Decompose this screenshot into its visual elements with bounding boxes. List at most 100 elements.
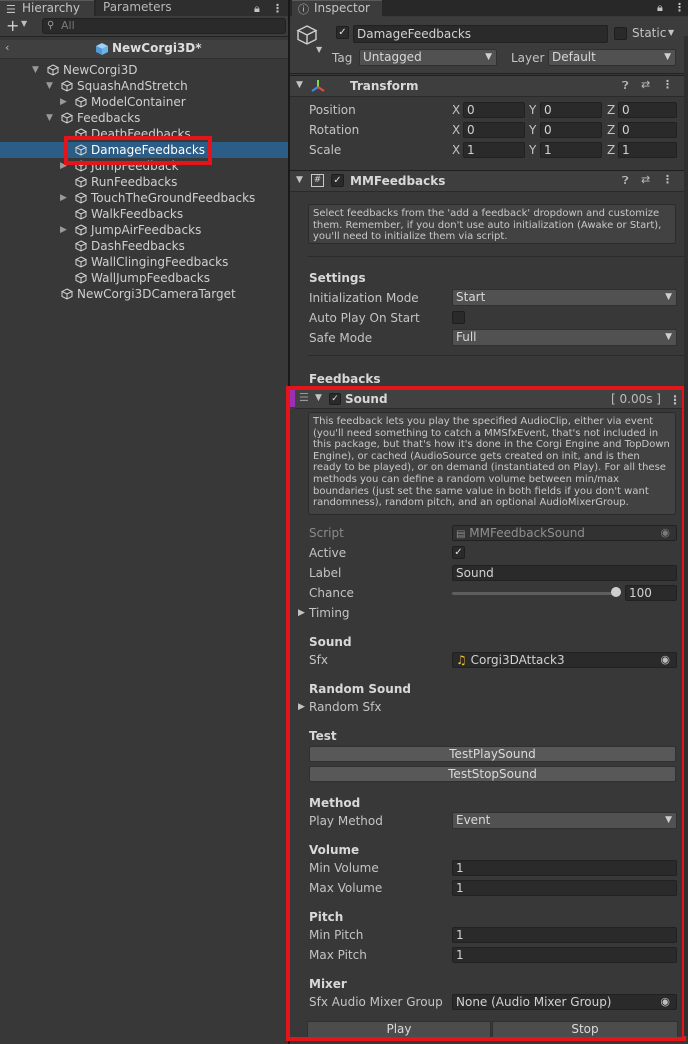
tree-item[interactable]: WalkFeedbacks — [0, 206, 288, 222]
axis-x-label[interactable]: X — [452, 123, 460, 137]
axis-y-label[interactable]: Y — [529, 103, 536, 117]
inspector-panel: ⓘ Inspector 🔒︎ ⋮ ▼ ✓ DamageFeedbacks Sta… — [286, 0, 688, 1044]
transform-z-field[interactable]: 0 — [618, 122, 677, 138]
scene-title: NewCorgi3D* — [112, 41, 202, 55]
mmfeedbacks-title: MMFeedbacks — [350, 174, 446, 188]
chevron-down-icon[interactable]: ▼ — [21, 19, 27, 28]
axis-x-label[interactable]: X — [452, 103, 460, 117]
chevron-down-icon: ▼ — [665, 332, 672, 342]
safe-mode-value: Full — [456, 330, 477, 344]
expand-arrow-icon[interactable]: ▶ — [60, 94, 67, 110]
transform-header[interactable]: ▼ Transform ❓︎ ⇄ ⋮ — [290, 75, 688, 97]
object-name-field[interactable]: DamageFeedbacks — [353, 25, 608, 43]
auto-play-checkbox[interactable] — [452, 311, 465, 324]
hierarchy-panel: ☰ Hierarchy Parameters 🔒︎ ⋮ + ▼ ⚲ All ‹ … — [0, 0, 288, 1044]
transform-y-field[interactable]: 1 — [540, 142, 602, 158]
foldout-arrow-icon[interactable]: ▼ — [296, 80, 303, 90]
axis-z-label[interactable]: Z — [607, 123, 615, 137]
lock-icon[interactable]: 🔒︎ — [657, 1, 663, 15]
tree-item[interactable]: ▼ SquashAndStretch — [0, 78, 288, 94]
mmfeedbacks-enabled-checkbox[interactable]: ✓ — [331, 174, 344, 187]
tree-item[interactable]: ▼ NewCorgi3D — [0, 62, 288, 78]
icon-dropdown-chevron[interactable]: ▼ — [316, 45, 322, 54]
expand-arrow-icon[interactable]: ▶ — [60, 222, 67, 238]
hierarchy-tab-bar: ☰ Hierarchy Parameters 🔒︎ ⋮ — [0, 0, 288, 17]
kebab-menu-icon[interactable]: ⋮ — [272, 1, 283, 16]
gameobject-cube-icon — [75, 176, 87, 188]
list-icon: ☰ — [6, 3, 16, 16]
collapse-arrow-icon[interactable]: ▼ — [32, 62, 39, 78]
lock-icon[interactable]: 🔒︎ — [254, 1, 260, 16]
chevron-down-icon: ▼ — [485, 52, 492, 62]
tree-item[interactable]: ▶ ModelContainer — [0, 94, 288, 110]
highlight-box-sound — [286, 386, 686, 1041]
search-input[interactable]: ⚲ All — [42, 18, 286, 34]
preset-icon[interactable]: ⇄ — [641, 78, 650, 91]
transform-y-field[interactable]: 0 — [540, 122, 602, 138]
safe-mode-dropdown[interactable]: Full ▼ — [452, 329, 677, 346]
tag-dropdown[interactable]: Untagged ▼ — [359, 49, 497, 66]
chevron-down-icon: ▼ — [665, 292, 672, 302]
tree-item[interactable]: RunFeedbacks — [0, 174, 288, 190]
axis-y-label[interactable]: Y — [529, 143, 536, 157]
static-dropdown-chevron[interactable]: ▼ — [668, 28, 674, 37]
help-icon[interactable]: ❓︎ — [622, 174, 629, 188]
axis-z-label[interactable]: Z — [607, 103, 615, 117]
gameobject-cube-icon — [75, 240, 87, 252]
transform-x-field[interactable]: 1 — [463, 142, 525, 158]
mmfeedbacks-header[interactable]: ▼ # ✓ MMFeedbacks ❓︎ ⇄ ⋮ — [290, 170, 688, 192]
highlight-box-selected — [64, 136, 212, 165]
gameobject-cube-icon — [47, 64, 59, 76]
foldout-arrow-icon[interactable]: ▼ — [296, 175, 303, 185]
transform-x-field[interactable]: 0 — [463, 122, 525, 138]
mmfeedbacks-help-box: Select feedbacks from the 'add a feedbac… — [308, 204, 676, 244]
tree-item[interactable]: DashFeedbacks — [0, 238, 288, 254]
tab-hierarchy[interactable]: ☰ Hierarchy — [0, 0, 94, 17]
object-active-checkbox[interactable]: ✓ — [336, 26, 349, 39]
gameobject-cube-icon — [61, 288, 73, 300]
help-icon[interactable]: ❓︎ — [622, 79, 629, 93]
component-menu-icon[interactable]: ⋮ — [662, 173, 673, 186]
tree-item[interactable]: ▶ TouchTheGroundFeedbacks — [0, 190, 288, 206]
back-chevron-icon[interactable]: ‹ — [5, 41, 9, 54]
transform-y-field[interactable]: 0 — [540, 102, 602, 118]
gameobject-cube-icon — [75, 96, 87, 108]
axis-x-label[interactable]: X — [452, 143, 460, 157]
transform-x-field[interactable]: 0 — [463, 102, 525, 118]
divider — [308, 355, 688, 356]
init-mode-label: Initialization Mode — [309, 291, 419, 305]
gameobject-cube-icon — [61, 80, 73, 92]
expand-arrow-icon[interactable]: ▶ — [60, 190, 67, 206]
transform-z-field[interactable]: 1 — [618, 142, 677, 158]
tab-parameters[interactable]: Parameters 🔒︎ ⋮ — [96, 0, 288, 16]
add-icon[interactable]: + — [6, 16, 19, 35]
layer-value: Default — [552, 50, 596, 64]
tree-item-label: WallJumpFeedbacks — [91, 271, 210, 285]
transform-row-label: Scale — [309, 143, 342, 157]
axis-z-label[interactable]: Z — [607, 143, 615, 157]
kebab-menu-icon[interactable]: ⋮ — [674, 1, 685, 14]
object-header: ▼ ✓ DamageFeedbacks Static ▼ Tag Untagge… — [290, 17, 688, 74]
tree-item[interactable]: NewCorgi3DCameraTarget — [0, 286, 288, 302]
tab-hierarchy-label: Hierarchy — [22, 1, 81, 15]
tree-item[interactable]: ▼ Feedbacks — [0, 110, 288, 126]
tree-item[interactable]: WallClingingFeedbacks — [0, 254, 288, 270]
preset-icon[interactable]: ⇄ — [641, 173, 650, 186]
init-mode-value: Start — [456, 290, 486, 304]
scene-header[interactable]: ‹ NewCorgi3D* — [0, 40, 288, 59]
inspector-scrollbar[interactable] — [684, 36, 688, 1036]
component-menu-icon[interactable]: ⋮ — [662, 78, 673, 91]
transform-z-field[interactable]: 0 — [618, 102, 677, 118]
init-mode-dropdown[interactable]: Start ▼ — [452, 289, 677, 306]
tree-item[interactable]: WallJumpFeedbacks — [0, 270, 288, 286]
collapse-arrow-icon[interactable]: ▼ — [46, 110, 53, 126]
layer-dropdown[interactable]: Default ▼ — [548, 49, 676, 66]
tab-inspector[interactable]: ⓘ Inspector — [292, 0, 382, 17]
tree-item-label: JumpAirFeedbacks — [91, 223, 202, 237]
tree-item[interactable]: ▶ JumpAirFeedbacks — [0, 222, 288, 238]
collapse-arrow-icon[interactable]: ▼ — [46, 78, 53, 94]
axis-y-label[interactable]: Y — [529, 123, 536, 137]
static-checkbox[interactable] — [614, 27, 627, 40]
tree-item-label: NewCorgi3D — [63, 63, 138, 77]
static-label: Static — [632, 26, 667, 40]
